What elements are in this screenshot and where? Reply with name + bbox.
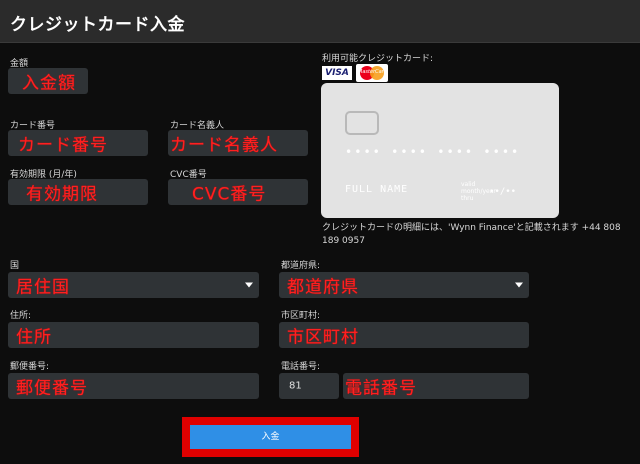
accepted-cards-label: 利用可能クレジットカード: [322,54,434,64]
amount-input[interactable]: 入金額 [8,68,88,94]
expiry-input[interactable]: 有効期限 [8,179,148,205]
postal-input[interactable]: 郵便番号 [8,373,259,399]
country-overlay: 居住国 [16,277,70,298]
card-preview: •••• •••• •••• •••• FULL NAME valid mont… [321,83,559,218]
address-label: 住所: [10,311,32,321]
postal-label: 郵便番号: [10,362,50,372]
card-holder-input[interactable]: カード名義人 [168,130,308,156]
phone-country-code: 81 [289,380,302,392]
phone-label: 電話番号: [281,362,321,372]
country-label: 国 [10,261,20,271]
card-preview-name: FULL NAME [345,184,409,195]
page-header: クレジットカード入金 [0,0,640,43]
prefecture-overlay: 都道府県 [287,277,359,298]
card-number-input[interactable]: カード番号 [8,130,148,156]
postal-overlay: 郵便番号 [16,378,88,399]
card-holder-overlay: カード名義人 [170,135,278,156]
phone-number-input[interactable]: 電話番号 [343,373,529,399]
phone-overlay: 電話番号 [345,378,417,399]
deposit-button[interactable]: 入金 [190,425,351,449]
expiry-overlay: 有効期限 [26,184,98,205]
country-select[interactable]: 居住国 [8,272,259,298]
card-preview-number: •••• •••• •••• •••• [345,145,521,159]
card-preview-expiry-caption: valid month/year thru [461,181,496,202]
prefecture-select[interactable]: 都道府県 [279,272,529,298]
amount-overlay: 入金額 [22,73,76,94]
visa-logo: VISA [322,66,352,80]
mastercard-logo: MasterCard [356,64,388,82]
city-input[interactable]: 市区町村 [279,322,529,348]
address-input[interactable]: 住所 [8,322,259,348]
cvc-input[interactable]: CVC番号 [168,179,308,205]
cvc-overlay: CVC番号 [192,184,267,205]
chip-icon [345,111,379,135]
city-overlay: 市区町村 [287,327,359,348]
page-title: クレジットカード入金 [10,15,185,35]
statement-note: クレジットカードの明細には、'Wynn Finance'と記載されます +44 … [322,223,621,246]
city-label: 市区町村: [281,311,321,321]
address-overlay: 住所 [16,327,52,348]
submit-highlight: 入金 [182,417,359,457]
mastercard-logo-text: MasterCard [358,69,387,75]
prefecture-label: 都道府県: [281,261,321,271]
card-number-overlay: カード番号 [18,135,108,156]
chevron-down-icon [245,282,253,288]
card-preview-expiry: ••/•• [489,187,517,197]
phone-country-code-input[interactable]: 81 [279,373,339,399]
chevron-down-icon [515,282,523,288]
